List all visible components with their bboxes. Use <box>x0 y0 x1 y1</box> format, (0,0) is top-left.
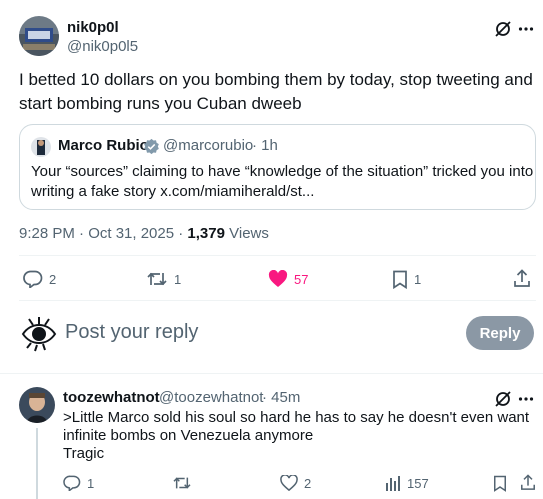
like-count: 57 <box>294 271 309 287</box>
share-icon <box>521 474 535 490</box>
more-options-icon[interactable] <box>518 390 534 408</box>
reply-button[interactable]: Reply <box>466 316 534 350</box>
reply-repost-action[interactable] <box>172 475 192 491</box>
tweet-text-line: start bombing runs you Cuban dweeb <box>19 94 302 113</box>
quoted-text-line: writing a fake story x.com/miamiherald/s… <box>31 183 315 200</box>
tweet-text-line: I betted 10 dollars on you bombing them … <box>19 70 533 89</box>
bookmark-count: 1 <box>414 272 422 287</box>
reply-time[interactable]: · 45m <box>262 389 300 406</box>
bookmark-icon <box>393 270 407 289</box>
author-handle[interactable]: @nik0p0l5 <box>67 38 138 55</box>
reply-views-action[interactable]: 157 <box>385 475 429 491</box>
author-avatar[interactable] <box>19 16 59 56</box>
grok-icon[interactable] <box>494 390 512 408</box>
tweet-meta: 9:28 PM · Oct 31, 2025 · 1,379 Views <box>19 225 269 242</box>
reply-text-line: infinite bombs on Venezuela anymore <box>63 427 314 444</box>
reply-input[interactable]: Post your reply <box>65 321 198 344</box>
reply-like-action[interactable]: 2 <box>280 475 311 491</box>
current-user-avatar[interactable] <box>19 314 59 354</box>
divider <box>0 373 543 374</box>
divider <box>19 300 536 301</box>
reply-text-line: Tragic <box>63 445 105 462</box>
tweet-timestamp[interactable]: 9:28 PM · Oct 31, 2025 · <box>19 225 183 242</box>
reply-author-handle[interactable]: @toozewhatnot <box>159 389 263 406</box>
grok-icon[interactable] <box>494 20 512 38</box>
reply-count: 1 <box>87 475 95 491</box>
divider <box>19 255 536 256</box>
heart-icon <box>268 270 288 287</box>
reply-icon <box>63 475 81 491</box>
reply-text-line: >Little Marco sold his soul so hard he h… <box>63 409 530 426</box>
views-count: 1,379 <box>187 225 225 242</box>
share-icon <box>514 269 530 287</box>
bookmark-action[interactable]: 1 <box>392 270 421 289</box>
more-options-icon[interactable] <box>518 20 534 38</box>
heart-outline-icon <box>280 475 298 491</box>
repost-count: 1 <box>174 271 182 287</box>
like-count: 2 <box>304 475 312 491</box>
reply-icon <box>23 270 43 288</box>
views-label: Views <box>229 225 269 242</box>
like-action[interactable]: 57 <box>268 270 308 288</box>
analytics-icon <box>386 476 400 491</box>
quoted-tweet-card[interactable]: Marco Rubio @marcorubio · 1h Your “sourc… <box>19 124 536 210</box>
quoted-author-avatar <box>31 137 51 157</box>
thread-line <box>36 428 38 499</box>
repost-icon <box>147 272 167 286</box>
author-display-name[interactable]: nik0p0l <box>67 19 119 36</box>
reply-author-avatar[interactable] <box>19 387 55 423</box>
share-action[interactable] <box>513 269 531 288</box>
quoted-time: · 1h <box>252 137 278 154</box>
reply-share-action[interactable] <box>520 474 536 491</box>
reply-reply-action[interactable]: 1 <box>63 475 94 491</box>
reply-count: 2 <box>49 271 57 287</box>
repost-icon <box>173 477 191 489</box>
reply-bookmark-action[interactable] <box>493 475 507 492</box>
quoted-display-name: Marco Rubio <box>58 137 149 154</box>
repost-action[interactable]: 1 <box>146 270 181 288</box>
views-count: 157 <box>407 475 429 491</box>
quoted-text-line: Your “sources” claiming to have “knowled… <box>31 163 534 180</box>
reply-author-name[interactable]: toozewhatnot <box>63 389 160 406</box>
bookmark-icon <box>494 475 506 492</box>
quoted-handle: @marcorubio <box>163 137 254 154</box>
verified-badge-icon <box>143 138 160 155</box>
reply-action[interactable]: 2 <box>23 270 56 288</box>
